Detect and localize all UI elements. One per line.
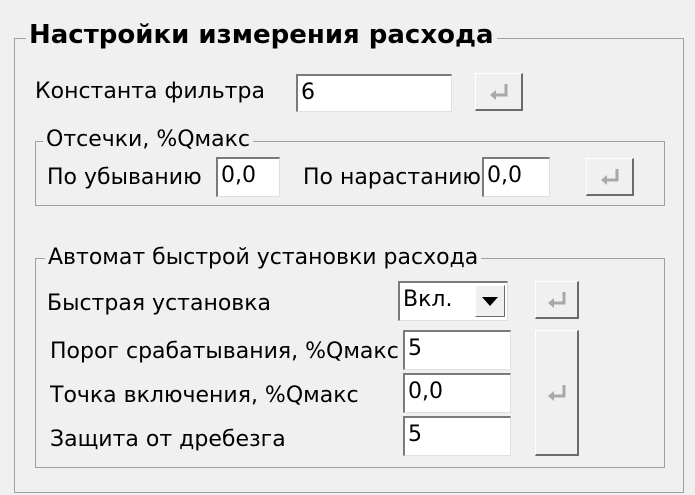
- filter-apply-button[interactable]: [475, 73, 523, 111]
- enter-icon: [489, 83, 507, 100]
- debounce-input[interactable]: 5: [403, 416, 511, 456]
- fast-setup-label: Быстрая установка: [47, 291, 272, 316]
- filter-constant-input[interactable]: 6: [296, 74, 452, 112]
- cutoffs-title: Отсечки, %Qмакс: [43, 125, 254, 155]
- threshold-label: Порог срабатывания, %Qмакс: [50, 339, 399, 364]
- threshold-input[interactable]: 5: [403, 330, 511, 370]
- chevron-down-icon: [482, 296, 498, 306]
- cutoff-increase-input[interactable]: 0,0: [482, 157, 550, 197]
- fast-setup-value: Вкл.: [403, 287, 453, 312]
- filter-constant-label: Константа фильтра: [35, 79, 265, 104]
- settings-panel: Настройки измерения расхода Константа фи…: [0, 0, 695, 495]
- enter-icon: [547, 291, 565, 308]
- enter-icon: [547, 384, 565, 401]
- cutoff-decrease-input[interactable]: 0,0: [216, 157, 280, 197]
- fast-setup-select[interactable]: Вкл.: [398, 281, 508, 321]
- cutoff-increase-label: По нарастанию: [303, 165, 481, 190]
- cutoff-decrease-label: По убыванию: [47, 165, 202, 190]
- enter-icon: [600, 168, 618, 185]
- auto-apply-button[interactable]: [535, 330, 579, 456]
- flow-settings-title: Настройки измерения расхода: [26, 18, 497, 52]
- switch-point-input[interactable]: 0,0: [403, 373, 511, 413]
- switch-point-label: Точка включения, %Qмакс: [50, 383, 359, 408]
- dropdown-button[interactable]: [475, 285, 505, 317]
- debounce-label: Защита от дребезга: [50, 427, 286, 452]
- cutoffs-apply-button[interactable]: [586, 158, 634, 196]
- fast-setup-apply-button[interactable]: [535, 281, 579, 319]
- auto-setup-title: Автомат быстрой установки расхода: [45, 243, 482, 273]
